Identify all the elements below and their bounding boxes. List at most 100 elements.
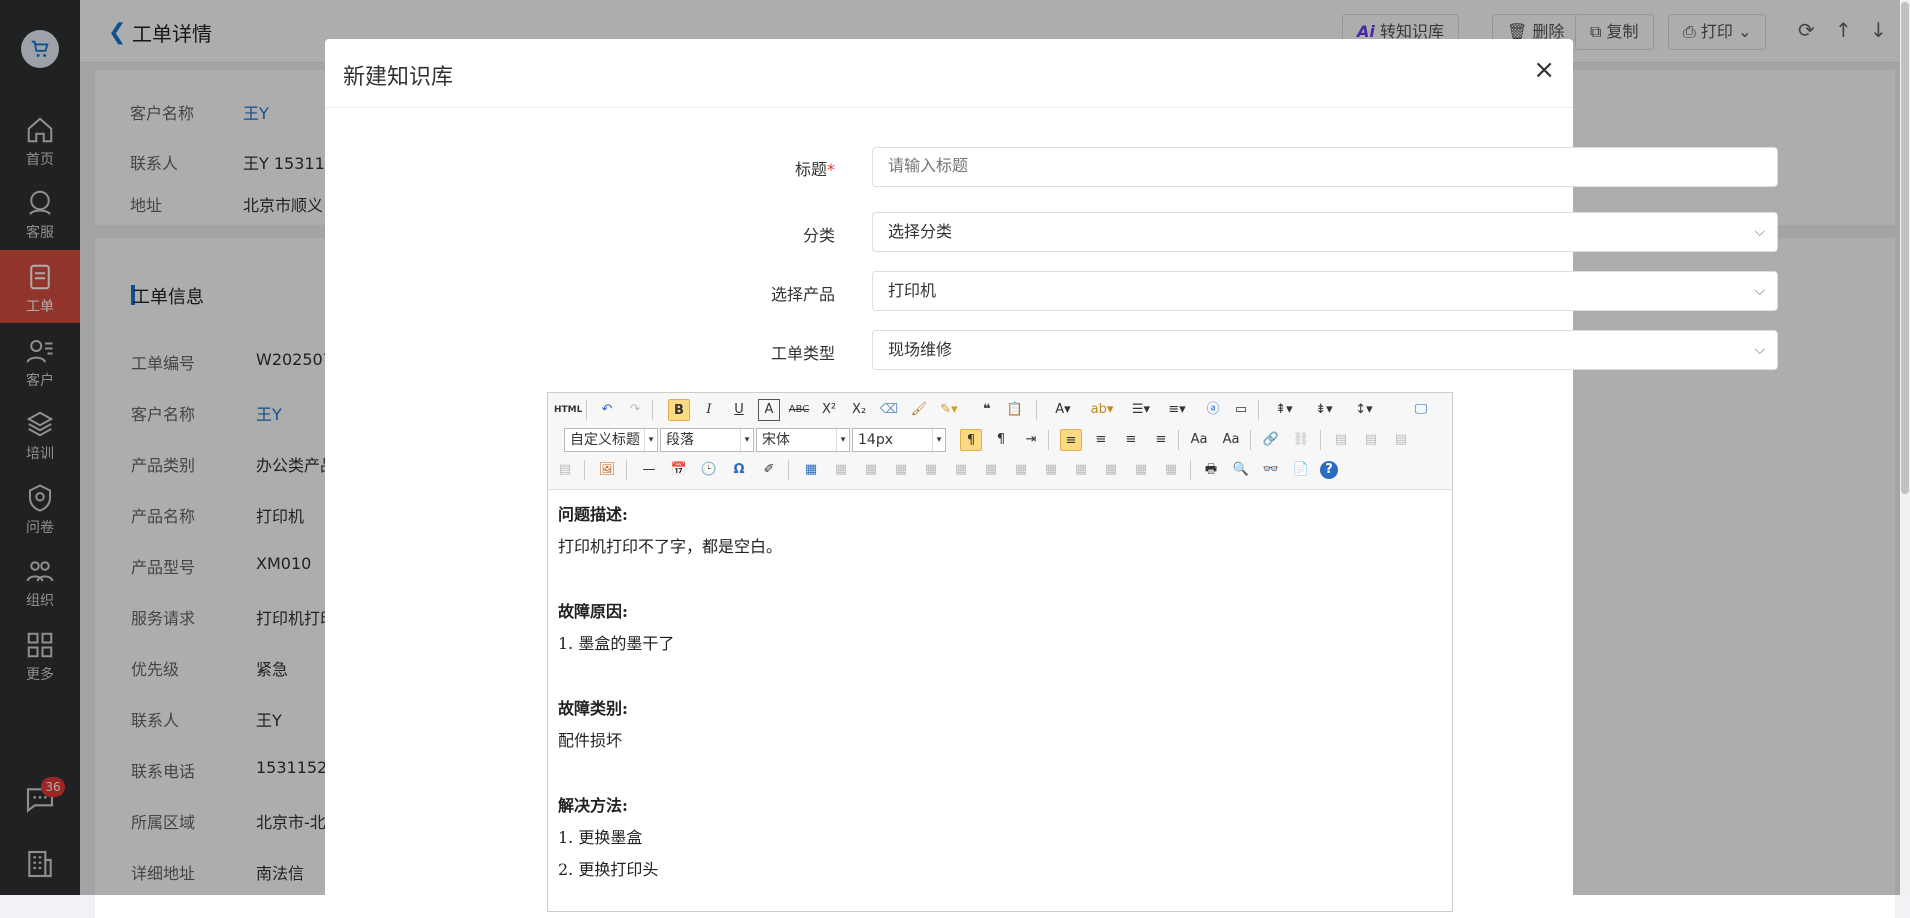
to-uppercase-icon[interactable]: Aa: [1188, 429, 1210, 451]
page-scrollbar[interactable]: [1900, 0, 1910, 895]
to-lowercase-icon[interactable]: Aa: [1220, 429, 1242, 451]
font-family-combo[interactable]: 宋体 ▾: [756, 428, 850, 452]
redo-icon[interactable]: ↷: [624, 399, 646, 421]
product-value: 打印机: [888, 281, 937, 300]
format-brush-icon[interactable]: 🖌: [908, 399, 930, 421]
editor-line: 1. 墨盒的墨干了: [558, 634, 675, 653]
preview-search-icon[interactable]: 🔍: [1230, 459, 1252, 481]
split-cols-icon[interactable]: ▦: [1160, 459, 1182, 481]
ticket-type-label: 工单类型: [770, 344, 835, 363]
rtl-direction-icon[interactable]: ¶: [990, 429, 1012, 451]
ltr-direction-icon[interactable]: ¶: [960, 429, 982, 451]
unordered-list-icon[interactable]: ≡▾: [1162, 399, 1192, 421]
insert-table-icon[interactable]: ▦: [800, 459, 822, 481]
paragraph-combo[interactable]: 段落 ▾: [660, 428, 754, 452]
link-icon[interactable]: 🔗: [1260, 429, 1282, 451]
strikethrough-icon[interactable]: ABC: [788, 399, 810, 421]
dropdown-arrow-icon: ▾: [932, 429, 945, 451]
dropdown-arrow-icon: ▾: [644, 429, 657, 451]
align-right-icon[interactable]: ≡: [1120, 429, 1142, 451]
help-icon[interactable]: ?: [1320, 461, 1338, 479]
eraser-icon[interactable]: ⌫: [878, 399, 900, 421]
modal-title: 新建知识库: [343, 65, 454, 90]
delete-col-icon[interactable]: ▦: [980, 459, 1002, 481]
paste-plain-icon[interactable]: 📋: [1004, 399, 1026, 421]
title-input[interactable]: [872, 147, 1778, 187]
italic-icon[interactable]: I: [698, 399, 720, 421]
horizontal-rule-icon[interactable]: —: [638, 459, 660, 481]
ticket-type-value: 现场维修: [888, 340, 953, 359]
delete-table-icon[interactable]: ▦: [830, 459, 852, 481]
editor-line: 故障类别:: [558, 699, 628, 718]
merge-cells-icon[interactable]: ▦: [1010, 459, 1032, 481]
product-label: 选择产品: [770, 285, 835, 304]
dropdown-arrow-icon: ▾: [836, 429, 849, 451]
font-family-combo-value: 宋体: [762, 432, 790, 448]
split-cells-icon[interactable]: ▦: [1100, 459, 1122, 481]
editor-toolbar: HTML ↶ ↷ B I U A ABC X² X₂ ⌫ 🖌 ✎▾ ❝ 📋 A▾…: [548, 393, 1452, 490]
insert-col-icon[interactable]: ▦: [950, 459, 972, 481]
scrollbar-thumb[interactable]: [1901, 2, 1909, 494]
print-icon[interactable]: 🖶: [1200, 459, 1222, 481]
highlight-color-icon[interactable]: ab▾: [1086, 399, 1118, 421]
special-char-icon[interactable]: Ω: [728, 459, 750, 481]
page-break-icon[interactable]: ▭: [1230, 399, 1252, 421]
editor-line: 打印机打印不了字，都是空白。: [558, 537, 783, 556]
image-right-icon[interactable]: ▤: [1390, 429, 1412, 451]
insert-image-icon[interactable]: 🖼: [596, 459, 618, 481]
blockquote-icon[interactable]: ❝: [976, 399, 998, 421]
undo-icon[interactable]: ↶: [596, 399, 618, 421]
line-height-icon[interactable]: ↕▾: [1348, 399, 1380, 421]
scrawl-icon[interactable]: ✐: [758, 459, 780, 481]
font-color-icon[interactable]: A▾: [1048, 399, 1078, 421]
preview-icon[interactable]: 🖵: [1410, 399, 1432, 421]
time-icon[interactable]: 🕒: [698, 459, 720, 481]
split-rows-icon[interactable]: ▦: [1130, 459, 1152, 481]
anchor-icon[interactable]: ⓐ: [1202, 399, 1224, 421]
align-center-icon[interactable]: ≡: [1090, 429, 1112, 451]
image-center-icon[interactable]: ▤: [554, 459, 576, 481]
toolbar-separator: [1190, 460, 1191, 480]
date-icon[interactable]: 📅: [668, 459, 690, 481]
close-icon[interactable]: ×: [1533, 55, 1555, 85]
editor-line: 2. 更换打印头: [558, 860, 659, 879]
align-left-icon[interactable]: ≡: [1060, 429, 1082, 451]
row-spacing-bottom-icon[interactable]: ⇟▾: [1308, 399, 1340, 421]
modal-header: 新建知识库 ×: [325, 39, 1573, 108]
toolbar-separator: [652, 400, 653, 420]
title-label: 标题*: [675, 156, 835, 180]
superscript-icon[interactable]: X²: [818, 399, 840, 421]
html-source-button[interactable]: HTML: [554, 399, 582, 421]
bold-icon[interactable]: B: [668, 399, 690, 421]
auto-format-icon[interactable]: ✎▾: [938, 399, 960, 421]
find-replace-icon[interactable]: 👓: [1260, 459, 1282, 481]
image-left-icon[interactable]: ▤: [1360, 429, 1382, 451]
align-justify-icon[interactable]: ≡: [1150, 429, 1172, 451]
row-spacing-top-icon[interactable]: ⇞▾: [1268, 399, 1300, 421]
indent-icon[interactable]: ⇥: [1020, 429, 1042, 451]
merge-right-icon[interactable]: ▦: [1040, 459, 1062, 481]
delete-row-icon[interactable]: ▦: [920, 459, 942, 481]
heading-combo[interactable]: 自定义标题 ▾: [564, 428, 658, 452]
toolbar-separator: [1178, 430, 1179, 450]
rich-text-editor[interactable]: HTML ↶ ↷ B I U A ABC X² X₂ ⌫ 🖌 ✎▾ ❝ 📋 A▾…: [547, 392, 1453, 912]
toolbar-separator: [626, 460, 627, 480]
editor-line: 问题描述:: [558, 505, 628, 524]
title-label-text: 标题: [794, 160, 827, 179]
ordered-list-icon[interactable]: ☰▾: [1126, 399, 1156, 421]
image-none-icon[interactable]: ▤: [1330, 429, 1352, 451]
editor-line: 故障原因:: [558, 602, 628, 621]
font-size-combo[interactable]: 14px ▾: [852, 428, 946, 452]
drafts-icon[interactable]: 📄: [1290, 459, 1312, 481]
font-border-icon[interactable]: A: [758, 399, 780, 421]
toolbar-separator: [584, 460, 585, 480]
insert-paragraph-before-table-icon[interactable]: ▦: [860, 459, 882, 481]
insert-row-icon[interactable]: ▦: [890, 459, 912, 481]
product-select[interactable]: 打印机 ⌵: [872, 271, 1778, 311]
ticket-type-select[interactable]: 现场维修 ⌵: [872, 330, 1778, 370]
category-select[interactable]: 选择分类 ⌵: [872, 212, 1778, 252]
merge-down-icon[interactable]: ▦: [1070, 459, 1092, 481]
underline-icon[interactable]: U: [728, 399, 750, 421]
subscript-icon[interactable]: X₂: [848, 399, 870, 421]
unlink-icon[interactable]: ⛓: [1290, 429, 1312, 451]
